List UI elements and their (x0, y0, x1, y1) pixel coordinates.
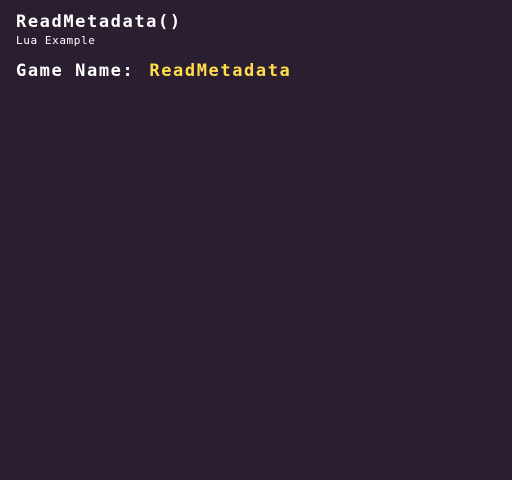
game-screen: ReadMetadata() Lua Example Game Name: Rea… (0, 0, 512, 480)
page-title: ReadMetadata() (16, 12, 182, 32)
game-name-value: ReadMetadata (149, 61, 292, 81)
game-name-label: Game Name: (16, 61, 135, 81)
page-subtitle: Lua Example (16, 34, 96, 47)
game-name-row: Game Name: ReadMetadata (16, 60, 291, 82)
